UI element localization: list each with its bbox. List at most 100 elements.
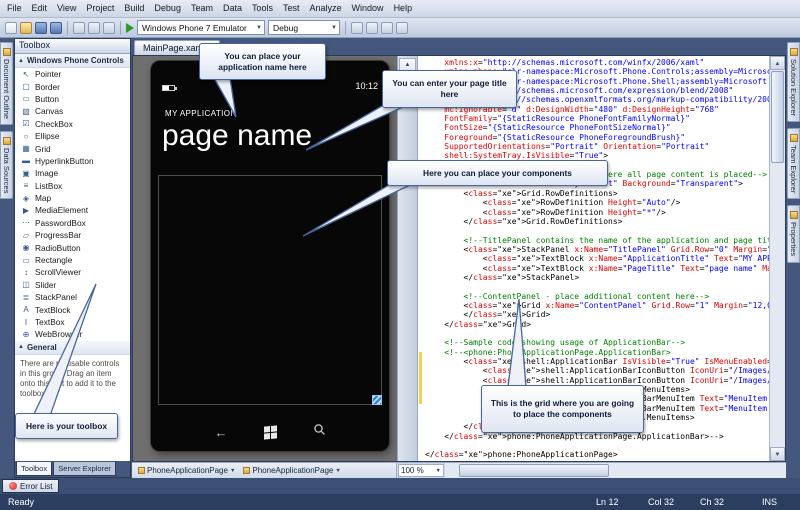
document-outline-icon (2, 48, 11, 56)
find-icon[interactable] (351, 21, 363, 34)
toolbox-item-label: MediaElement (35, 205, 89, 216)
toolbox-item-border[interactable]: ▢ Border (15, 80, 130, 92)
toolbox-item-webbrowser[interactable]: ⊕ WebBrowser (15, 328, 130, 340)
toolbox-item-scrollviewer[interactable]: ↕ ScrollViewer (15, 266, 130, 278)
toolbar-separator (345, 20, 346, 35)
side-tab-label: Data Sources (2, 148, 11, 194)
toolbox-item-label: Border (35, 81, 60, 92)
toolbox-item-hyperlinkbutton[interactable]: ▬ HyperlinkButton (15, 155, 130, 167)
toolbox-item-pointer[interactable]: ↖ Pointer (15, 68, 130, 80)
callout-page-title: You can enter your page title here (382, 70, 517, 108)
toolbox-item-listbox[interactable]: ≡ ListBox (15, 180, 130, 192)
panel-tab-server-explorer[interactable]: Server Explorer (53, 462, 116, 476)
menu-project[interactable]: Project (81, 3, 119, 13)
callout-toolbox: Here is your toolbox (15, 413, 118, 439)
toolbox-group-windows-phone-controls[interactable]: ▲ Windows Phone Controls (15, 54, 130, 68)
vertical-scrollbar[interactable]: ▲ ▼ (769, 56, 785, 461)
toolbox-panel: Toolbox ▲ Windows Phone Controls ↖ Pointe… (14, 38, 131, 478)
deployment-target-value: Windows Phone 7 Emulator (142, 22, 247, 33)
toolbox-item-label: Image (35, 168, 59, 179)
toolbox-item-map[interactable]: ◈ Map (15, 192, 130, 204)
menu-data[interactable]: Data (218, 3, 247, 13)
side-tab-solution-explorer[interactable]: Solution Explorer (787, 42, 800, 123)
open-file-icon[interactable] (20, 21, 32, 34)
menu-file[interactable]: File (2, 3, 27, 13)
scroll-down-icon[interactable]: ▼ (770, 447, 785, 461)
deployment-target-combo[interactable]: Windows Phone 7 Emulator ▼ (137, 20, 265, 35)
menu-tools[interactable]: Tools (247, 3, 278, 13)
toolbox-item-slider[interactable]: ◫ Slider (15, 279, 130, 291)
scrollbar-thumb[interactable] (459, 464, 609, 477)
status-bar: Ready Ln 12 Col 32 Ch 32 INS (0, 494, 800, 510)
scroll-up-icon[interactable]: ▲ (770, 56, 785, 70)
new-file-icon[interactable] (5, 21, 17, 34)
toolbox-item-button[interactable]: ▭ Button (15, 93, 130, 105)
menu-build[interactable]: Build (119, 3, 149, 13)
toolbox-item-canvas[interactable]: ▧ Canvas (15, 105, 130, 117)
toolbox-item-label: ScrollViewer (35, 267, 81, 278)
left-autohide-strip: Document Outline Data Sources (0, 38, 14, 478)
comment-icon[interactable] (366, 21, 378, 34)
callout-content-grid: This is the grid where you are going to … (481, 385, 644, 433)
menu-team[interactable]: Team (186, 3, 218, 13)
textbox-icon: I (24, 317, 28, 327)
copy-icon[interactable] (88, 21, 100, 34)
save-icon[interactable] (35, 21, 47, 34)
side-tab-data-sources[interactable]: Data Sources (0, 131, 13, 200)
menu-help[interactable]: Help (389, 3, 418, 13)
toolbox-group-general[interactable]: ▲ General (15, 340, 130, 355)
menu-window[interactable]: Window (347, 3, 389, 13)
page-title-text[interactable]: page name (162, 119, 312, 153)
start-debugging-icon[interactable] (126, 22, 134, 33)
menu-view[interactable]: View (52, 3, 81, 13)
solution-config-combo[interactable]: Debug ▼ (268, 20, 340, 35)
toolbox-item-label: RadioButton (35, 242, 81, 253)
indent-icon[interactable] (381, 21, 393, 34)
side-tab-document-outline[interactable]: Document Outline (0, 42, 13, 126)
designer-xaml-splitter[interactable]: ▲▼ (397, 56, 418, 461)
toolbox-item-mediaelement[interactable]: ▶ MediaElement (15, 204, 130, 216)
toolbox-item-stackpanel[interactable]: ≣ StackPanel (15, 291, 130, 303)
menu-edit[interactable]: Edit (27, 3, 53, 13)
toolbox-item-rectangle[interactable]: ▭ Rectangle (15, 254, 130, 266)
toolbar-separator (67, 20, 68, 35)
zoom-combo[interactable]: 100 % ▼ (398, 464, 444, 477)
side-tab-team-explorer[interactable]: Team Explorer (787, 128, 800, 200)
slider-icon: ◫ (22, 280, 30, 290)
bookmark-icon[interactable] (396, 21, 408, 34)
menu-debug[interactable]: Debug (149, 3, 186, 13)
error-list-tab[interactable]: Error List (2, 479, 60, 493)
toolbox-item-grid[interactable]: ▦ Grid (15, 142, 130, 154)
menu-analyze[interactable]: Analyze (305, 3, 347, 13)
content-panel-grid[interactable] (158, 175, 382, 405)
toolbox-item-image[interactable]: ▣ Image (15, 167, 130, 179)
resize-adorner-icon[interactable] (372, 395, 382, 405)
toolbox-item-radiobutton[interactable]: ◉ RadioButton (15, 241, 130, 253)
paste-icon[interactable] (103, 21, 115, 34)
horizontal-scrollbar[interactable] (445, 463, 786, 478)
toolbox-item-progressbar[interactable]: ▱ ProgressBar (15, 229, 130, 241)
change-tracking-bar (419, 352, 422, 404)
toolbox-item-checkbox[interactable]: ☑ CheckBox (15, 118, 130, 130)
toolbox-item-label: StackPanel (35, 292, 77, 303)
toolbox-header[interactable]: Toolbox (15, 39, 130, 54)
toolbox-item-label: ProgressBar (35, 230, 82, 241)
toolbox-item-textbox[interactable]: I TextBox (15, 316, 130, 328)
toolbar-separator (120, 20, 121, 35)
breadcrumb-item[interactable]: PhoneApplicationPage ▼ (135, 466, 238, 475)
panel-tab-toolbox[interactable]: Toolbox (16, 462, 53, 476)
breadcrumb-item[interactable]: PhoneApplicationPage ▼ (240, 466, 343, 475)
design-surface: 10:12 MY APPLICATION page name ← (133, 56, 397, 461)
scrollbar-thumb[interactable] (771, 71, 784, 163)
save-all-icon[interactable] (50, 21, 62, 34)
toolbox-item-passwordbox[interactable]: ⋯ PasswordBox (15, 217, 130, 229)
cut-icon[interactable] (73, 21, 85, 34)
application-title-text[interactable]: MY APPLICATION (165, 109, 237, 118)
toolbox-item-textblock[interactable]: A TextBlock (15, 303, 130, 315)
side-tab-properties[interactable]: Properties (787, 205, 800, 263)
toolbox-item-ellipse[interactable]: ○ Ellipse (15, 130, 130, 142)
toolbox-item-label: Grid (35, 143, 51, 154)
status-insert-mode: INS (762, 497, 778, 507)
menu-test[interactable]: Test (278, 3, 305, 13)
breadcrumb-label: PhoneApplicationPage (147, 466, 228, 475)
